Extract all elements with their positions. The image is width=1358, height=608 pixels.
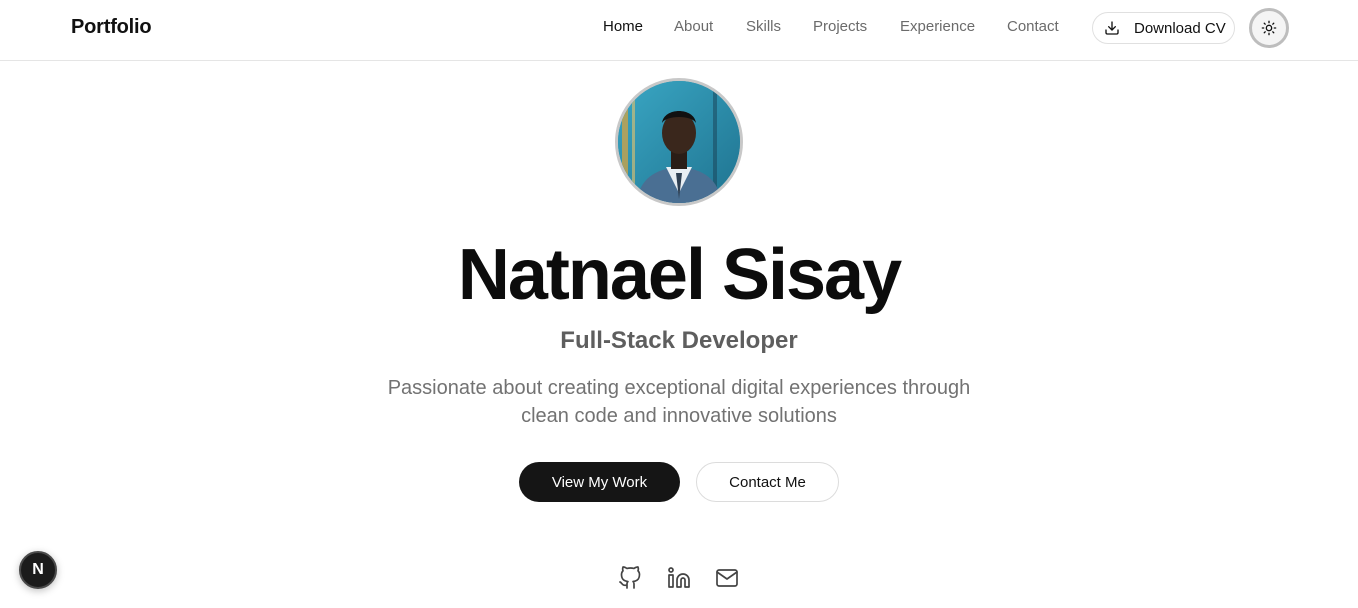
nav-link-experience[interactable]: Experience (900, 18, 975, 35)
nav-link-projects[interactable]: Projects (813, 18, 867, 35)
nav-link-contact[interactable]: Contact (1007, 18, 1059, 35)
mail-icon[interactable] (714, 565, 740, 591)
hero-role: Full-Stack Developer (560, 327, 798, 354)
navbar: Portfolio Home About Skills Projects Exp… (0, 0, 1358, 61)
github-icon[interactable] (617, 565, 643, 591)
theme-toggle-button[interactable] (1249, 8, 1289, 48)
sun-icon (1261, 20, 1277, 36)
contact-me-button[interactable]: Contact Me (696, 462, 839, 502)
download-cv-label: Download CV (1134, 19, 1226, 37)
nav-link-about[interactable]: About (674, 18, 713, 35)
nav-link-home[interactable]: Home (603, 18, 643, 35)
download-icon (1104, 20, 1120, 36)
dev-tools-badge[interactable]: N (19, 551, 57, 589)
hero-tagline: Passionate about creating exceptional di… (387, 377, 971, 427)
hero-name: Natnael Sisay (457, 235, 902, 315)
profile-avatar (615, 78, 743, 206)
download-cv-button[interactable]: Download CV (1092, 12, 1235, 44)
view-my-work-button[interactable]: View My Work (519, 462, 680, 502)
nav-link-skills[interactable]: Skills (746, 18, 781, 35)
linkedin-icon[interactable] (666, 565, 692, 591)
